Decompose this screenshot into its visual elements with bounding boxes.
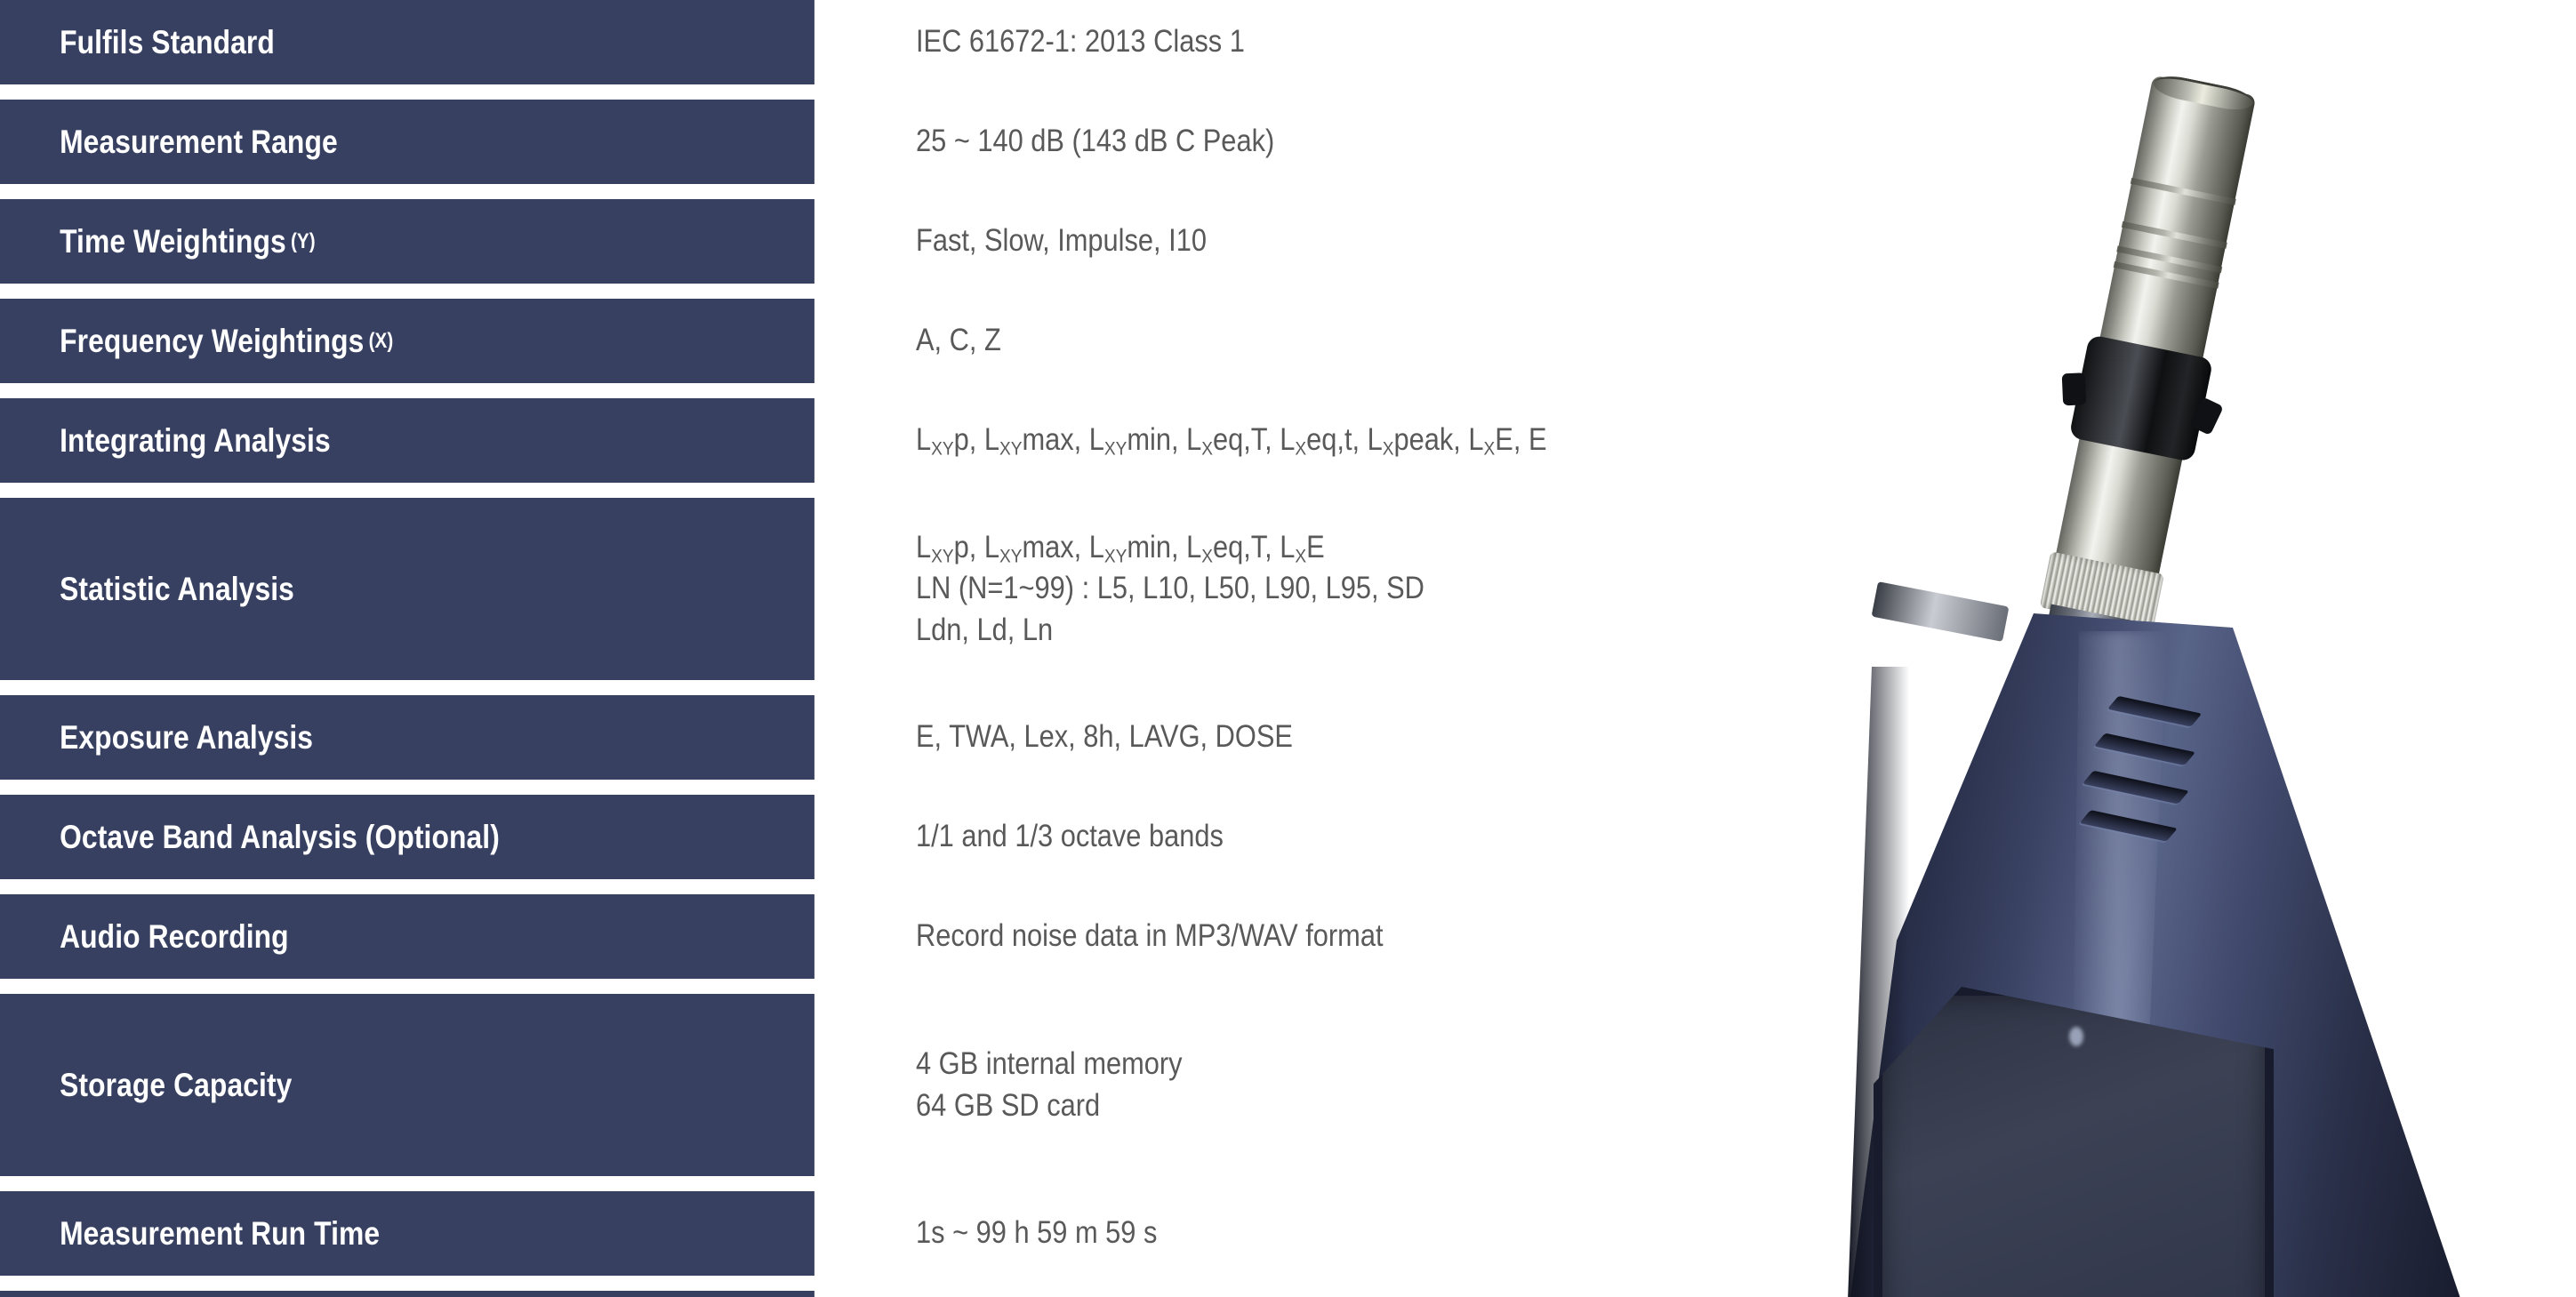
wave-emboss-icon [2066, 693, 2210, 898]
spec-row-label: Operation Time [0, 1291, 815, 1297]
windscreen-collar [2068, 334, 2214, 463]
spec-row-label: Statistic Analysis [0, 498, 815, 680]
spec-row: Frequency Weightings (X) A, C, Z [0, 299, 1823, 383]
spec-row-value-line: 1/1 and 1/3 octave bands [916, 819, 1224, 854]
spec-row-value: 24+ hrs battery life by 4 x AA alkaline … [916, 1291, 1477, 1297]
spec-row-label-text: Audio Recording [60, 917, 289, 955]
spec-row-label-text: Integrating Analysis [60, 421, 331, 459]
spec-row-value: E, TWA, Lex, 8h, LAVG, DOSE [916, 695, 1293, 780]
spec-row-value-line: 64 GB SD card [916, 1087, 1101, 1123]
spec-row-value-line: 25 ~ 140 dB (143 dB C Peak) [916, 124, 1275, 159]
microphone-assembly [2008, 71, 2258, 810]
spec-row-value: 25 ~ 140 dB (143 dB C Peak) [916, 100, 1274, 184]
spec-row-value: A, C, Z [916, 299, 1001, 383]
meter-body [1847, 613, 2576, 1297]
spec-row-value: Record noise data in MP3/WAV format [916, 894, 1384, 979]
spec-row-value: LXYp, LXYmax, LXYmin, LXeq,T, LXE LN (N=1… [916, 498, 1424, 680]
spec-row-label: Time Weightings (Y) [0, 199, 815, 284]
spec-row-label: Storage Capacity [0, 994, 815, 1176]
spec-row: Exposure Analysis E, TWA, Lex, 8h, LAVG, … [0, 695, 1823, 780]
spec-row: Time Weightings (Y) Fast, Slow, Impulse, I… [0, 199, 1823, 284]
spec-row-label-text: Exposure Analysis [60, 718, 314, 756]
spec-row: Fulfils Standard IEC 61672-1: 2013 Class … [0, 0, 1823, 84]
spec-row-value-line: LN (N=1~99) : L5, L10, L50, L90, L95, SD [916, 571, 1424, 606]
spec-row: Octave Band Analysis (Optional) 1/1 and 1… [0, 795, 1823, 879]
spec-row-value-line: A, C, Z [916, 323, 1001, 358]
spec-row-label-subscript: (Y) [290, 228, 316, 253]
spec-row-label-text: Fulfils Standard [60, 23, 275, 60]
spec-row: Operation Time 24+ hrs battery life by 4 … [0, 1291, 1823, 1297]
spec-row: Audio Recording Record noise data in MP3/… [0, 894, 1823, 979]
spec-row-value: 4 GB internal memory 64 GB SD card [916, 994, 1183, 1176]
spec-row-label: Exposure Analysis [0, 695, 815, 780]
spec-row-label-text: Octave Band Analysis (Optional) [60, 818, 500, 855]
microphone-tube [2054, 75, 2257, 584]
microphone-ring [2113, 261, 2219, 289]
spec-row-value: IEC 61672-1: 2013 Class 1 [916, 0, 1245, 84]
spec-row-label: Audio Recording [0, 894, 815, 979]
spec-row-value-line: 1s ~ 99 h 59 m 59 s [916, 1215, 1158, 1251]
spec-row-label-text: Measurement Run Time [60, 1214, 381, 1252]
meter-body-shadow [1847, 667, 1909, 1297]
spec-row-value: 1s ~ 99 h 59 m 59 s [916, 1191, 1157, 1276]
spec-row-value-line: 4 GB internal memory [916, 1046, 1183, 1082]
microphone-ring [2116, 245, 2223, 274]
spec-row-label-text: Storage Capacity [60, 1066, 293, 1103]
spec-row-label-subscript: (X) [368, 328, 394, 353]
spec-row-label: Octave Band Analysis (Optional) [0, 795, 815, 879]
spec-row-label: Measurement Run Time [0, 1191, 815, 1276]
spec-row-value-line: LXYp, LXYmax, LXYmin, LXeq,T, LXE [916, 530, 1325, 567]
spec-row-label-text: Measurement Range [60, 123, 338, 160]
product-image [1740, 0, 2576, 1297]
meter-display-screen [1874, 987, 2274, 1297]
specifications-table: Fulfils Standard IEC 61672-1: 2013 Class … [0, 0, 1823, 1297]
spec-row-label: Integrating Analysis [0, 398, 815, 483]
spec-row-label: Frequency Weightings (X) [0, 299, 815, 383]
spec-row: Storage Capacity 4 GB internal memory 64 G… [0, 994, 1823, 1176]
spec-row-value-line: E, TWA, Lex, 8h, LAVG, DOSE [916, 719, 1293, 755]
spec-row: Measurement Run Time 1s ~ 99 h 59 m 59 s [0, 1191, 1823, 1276]
spec-row-value: Fast, Slow, Impulse, I10 [916, 199, 1207, 284]
spec-row-label: Fulfils Standard [0, 0, 815, 84]
spec-row: Statistic Analysis LXYp, LXYmax, LXYmin, … [0, 498, 1823, 680]
screen-reflection [2069, 1027, 2083, 1046]
spec-row-label-text: Frequency Weightings [60, 322, 365, 359]
spec-row-value: 1/1 and 1/3 octave bands [916, 795, 1224, 879]
microphone-grille-cap [2151, 71, 2256, 115]
microphone-lower-tube [2024, 604, 2144, 754]
spec-row-label-text: Time Weightings [60, 222, 286, 260]
spec-row: Integrating Analysis LXYp, LXYmax, LXYmin… [0, 398, 1823, 483]
spec-row-value-line: Record noise data in MP3/WAV format [916, 918, 1384, 954]
meter-body-shell [1847, 613, 2469, 1297]
microphone-base-cap [1871, 581, 2010, 642]
knurled-coupling [2039, 551, 2164, 630]
spec-row-value-line: LXYp, LXYmax, LXYmin, LXeq,T, LXeq,t, LX… [916, 422, 1547, 460]
spec-row-value-line: Fast, Slow, Impulse, I10 [916, 223, 1207, 259]
microphone-ring [2130, 177, 2236, 205]
spec-sheet-page: Fulfils Standard IEC 61672-1: 2013 Class … [0, 0, 2576, 1297]
spec-row: Measurement Range 25 ~ 140 dB (143 dB C P… [0, 100, 1823, 184]
microphone-ring [2121, 220, 2227, 249]
spec-row-label-text: Statistic Analysis [60, 570, 294, 607]
meter-body-highlight [2069, 631, 2167, 1297]
spec-row-value-line: Ldn, Ld, Ln [916, 612, 1054, 647]
spec-row-value-line: IEC 61672-1: 2013 Class 1 [916, 24, 1245, 60]
spec-row-label: Measurement Range [0, 100, 815, 184]
spec-row-value: LXYp, LXYmax, LXYmin, LXeq,T, LXeq,t, LX… [916, 398, 1546, 483]
